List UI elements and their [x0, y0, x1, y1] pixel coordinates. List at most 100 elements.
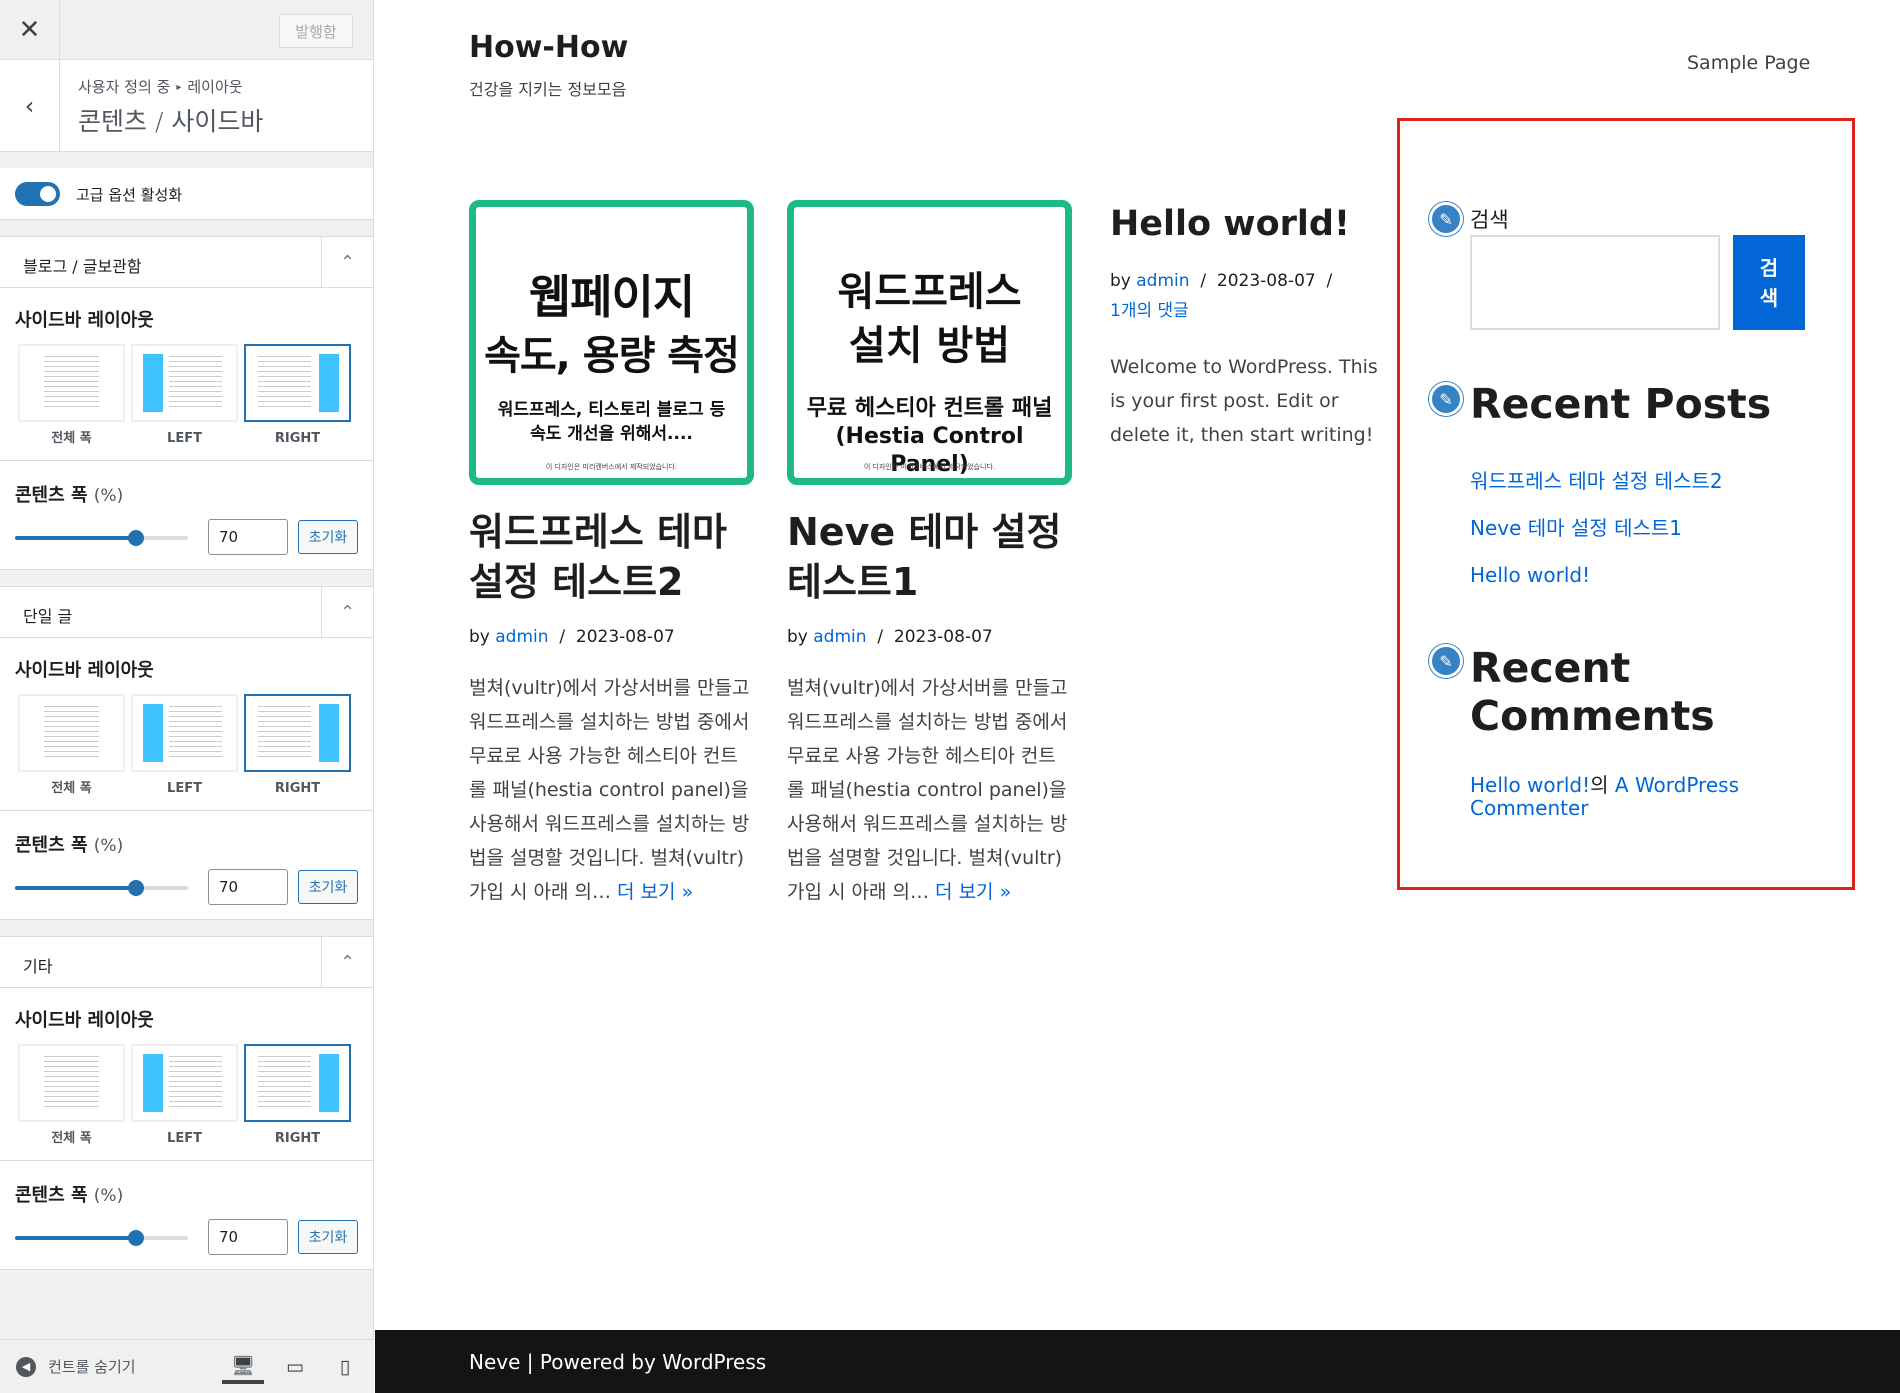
layout-option-full[interactable] — [18, 1044, 125, 1122]
publish-button[interactable]: 발행함 — [279, 14, 353, 48]
customizer-topbar: ✕ 발행함 — [0, 0, 373, 60]
thumbnail-credit: 이 디자인은 미리캔버스에서 제작되었습니다. — [545, 463, 678, 471]
content-width-control: 콘텐츠 폭 (%) 70 초기화 — [0, 811, 373, 920]
layout-option-left[interactable] — [131, 344, 238, 422]
search-button-label: 검색 — [1759, 255, 1779, 310]
read-more-link[interactable]: 더 보기 » — [617, 881, 693, 903]
post-excerpt: 벌쳐(vultr)에서 가상서버를 만들고 워드프레스를 설치하는 방법 중에서… — [469, 677, 750, 903]
collapse-icon: ◀ — [16, 1356, 36, 1377]
search-button[interactable]: 검색 — [1733, 235, 1805, 330]
post-title[interactable]: 워드프레스 테마 설정 테스트2 — [469, 507, 754, 607]
post-date: 2023-08-07 — [1216, 271, 1316, 291]
thumbnail-heading: 워드프레스 설치 방법 — [837, 269, 1022, 369]
pencil-icon[interactable]: ✎ — [1429, 644, 1463, 678]
post-thumbnail[interactable]: 워드프레스 설치 방법 무료 헤스티아 컨트롤 패널 (Hestia Control… — [787, 200, 1072, 485]
slider-handle[interactable] — [128, 880, 145, 896]
hide-controls-button[interactable]: ◀ 컨트롤 숨기기 — [16, 1356, 136, 1377]
nav-sample-page[interactable]: Sample Page — [1687, 52, 1810, 74]
recent-post-link[interactable]: Neve 테마 설정 테스트1 — [1470, 516, 1682, 540]
layout-option-left[interactable] — [131, 694, 238, 772]
layout-option-full[interactable] — [18, 344, 125, 422]
layout-option-label: RIGHT — [274, 431, 321, 446]
post-date: 2023-08-07 — [575, 627, 675, 647]
site-title[interactable]: How-How — [469, 30, 628, 65]
post-thumbnail[interactable]: 웹페이지 속도, 용량 측정 워드프레스, 티스토리 블로그 등 속도 개선을 위해… — [469, 200, 754, 485]
section-accordion-header[interactable]: 기타 ⌃ — [0, 936, 373, 988]
search-input[interactable] — [1470, 235, 1720, 330]
layout-option-right[interactable] — [244, 344, 351, 422]
sidebar-layout-label: 사이드바 레이아웃 — [15, 1010, 154, 1031]
sidebar-layout-captions: 전체 폭 LEFT RIGHT — [0, 772, 373, 810]
sidebar-layout-label: 사이드바 레이아웃 — [15, 310, 154, 331]
recent-posts-title: Recent Posts — [1470, 380, 1772, 428]
post-excerpt: Welcome to WordPress. This is your first… — [1110, 356, 1378, 446]
comments-link[interactable]: 1개의 댓글 — [1110, 301, 1189, 321]
reset-button[interactable]: 초기화 — [298, 870, 358, 904]
section-panel: 사이드바 레이아웃전체 폭 LEFT RIGHT — [0, 988, 373, 1161]
author-link[interactable]: admin — [813, 627, 866, 647]
recent-post-link[interactable]: 워드프레스 테마 설정 테스트2 — [1470, 469, 1723, 493]
content-width-slider[interactable] — [15, 530, 188, 546]
close-icon[interactable]: ✕ — [0, 0, 60, 60]
chevron-up-icon[interactable]: ⌃ — [321, 237, 373, 287]
layout-option-right[interactable] — [244, 694, 351, 772]
sidebar-layout-captions: 전체 폭 LEFT RIGHT — [0, 422, 373, 460]
layout-option-label: RIGHT — [274, 781, 321, 796]
tablet-icon[interactable]: ▭ — [274, 1350, 316, 1384]
post-card: 워드프레스 설치 방법 무료 헤스티아 컨트롤 패널 (Hestia Control… — [787, 200, 1072, 909]
slider-handle[interactable] — [128, 530, 145, 546]
chevron-up-icon[interactable]: ⌃ — [321, 937, 373, 987]
section-panel: 사이드바 레이아웃전체 폭 LEFT RIGHT — [0, 638, 373, 811]
post-meta: by admin / 2023-08-07 / 1개의 댓글 — [1110, 271, 1333, 321]
content-width-input[interactable]: 70 — [208, 1219, 288, 1255]
recent-comment-item: Hello world!의 A WordPress Commenter — [1470, 773, 1739, 820]
section-accordion-header[interactable]: 단일 글 ⌃ — [0, 586, 373, 638]
advanced-options-row: 고급 옵션 활성화 — [0, 168, 373, 220]
post-title[interactable]: Hello world! — [1110, 200, 1395, 248]
layout-option-right[interactable] — [244, 1044, 351, 1122]
site-preview: How-How 건강을 지키는 정보모음 Sample Page 웹페이지 속도,… — [375, 0, 1900, 1393]
pencil-icon[interactable]: ✎ — [1429, 382, 1463, 416]
content-width-slider[interactable] — [15, 1230, 188, 1246]
post-card: 웹페이지 속도, 용량 측정 워드프레스, 티스토리 블로그 등 속도 개선을 위해… — [469, 200, 754, 909]
author-link[interactable]: admin — [495, 627, 548, 647]
layout-option-left[interactable] — [131, 1044, 238, 1122]
footer-credit[interactable]: Neve | Powered by WordPress — [469, 1350, 766, 1374]
read-more-link[interactable]: 더 보기 » — [935, 881, 1011, 903]
content-width-input[interactable]: 70 — [208, 519, 288, 555]
desktop-icon[interactable]: 🖥 — [222, 1350, 264, 1384]
chevron-up-icon[interactable]: ⌃ — [321, 587, 373, 637]
reset-button[interactable]: 초기화 — [298, 1220, 358, 1254]
sidebar-layout-captions: 전체 폭 LEFT RIGHT — [0, 1122, 373, 1160]
recent-post-link[interactable]: Hello world! — [1470, 563, 1590, 587]
layout-option-label: LEFT — [167, 1131, 202, 1146]
sidebar-layout-options — [0, 682, 373, 772]
content-width-input[interactable]: 70 — [208, 869, 288, 905]
sidebar-layout-options — [0, 332, 373, 422]
mobile-icon[interactable]: ▯ — [324, 1350, 366, 1384]
hide-controls-label: 컨트롤 숨기기 — [48, 1358, 136, 1376]
advanced-options-label: 고급 옵션 활성화 — [76, 186, 183, 204]
pencil-icon[interactable]: ✎ — [1429, 202, 1463, 236]
layout-option-full[interactable] — [18, 694, 125, 772]
section-title: 콘텐츠 / 사이드바 — [78, 107, 264, 136]
breadcrumb-parent: 사용자 정의 중 — [78, 78, 171, 96]
customizer-sidebar: ✕ 발행함 ‹ 사용자 정의 중 ▸ 레이아웃 콘텐츠 / 사이드바 고급 옵션 활… — [0, 0, 374, 1393]
author-link[interactable]: admin — [1136, 271, 1189, 291]
post-meta: by admin / 2023-08-07 — [469, 627, 675, 647]
slider-handle[interactable] — [128, 1230, 145, 1246]
post-title[interactable]: Neve 테마 설정 테스트1 — [787, 507, 1072, 607]
content-width-slider[interactable] — [15, 880, 188, 896]
breadcrumb-arrow-icon: ▸ — [176, 82, 182, 93]
content-width-control: 콘텐츠 폭 (%) 70 초기화 — [0, 461, 373, 570]
reset-button[interactable]: 초기화 — [298, 520, 358, 554]
comment-post-link[interactable]: Hello world! — [1470, 773, 1590, 797]
advanced-options-toggle[interactable] — [15, 182, 60, 206]
recent-comments-title: Recent Comments — [1470, 644, 1715, 740]
post-date: 2023-08-07 — [893, 627, 993, 647]
content-width-label: 콘텐츠 폭 (%) — [15, 485, 124, 506]
section-accordion-header[interactable]: 블로그 / 글보관함 ⌃ — [0, 236, 373, 288]
sidebar-layout-label: 사이드바 레이아웃 — [15, 660, 154, 681]
thumbnail-heading: 웹페이지 속도, 용량 측정 — [484, 270, 740, 379]
back-arrow-icon[interactable]: ‹ — [0, 60, 60, 152]
